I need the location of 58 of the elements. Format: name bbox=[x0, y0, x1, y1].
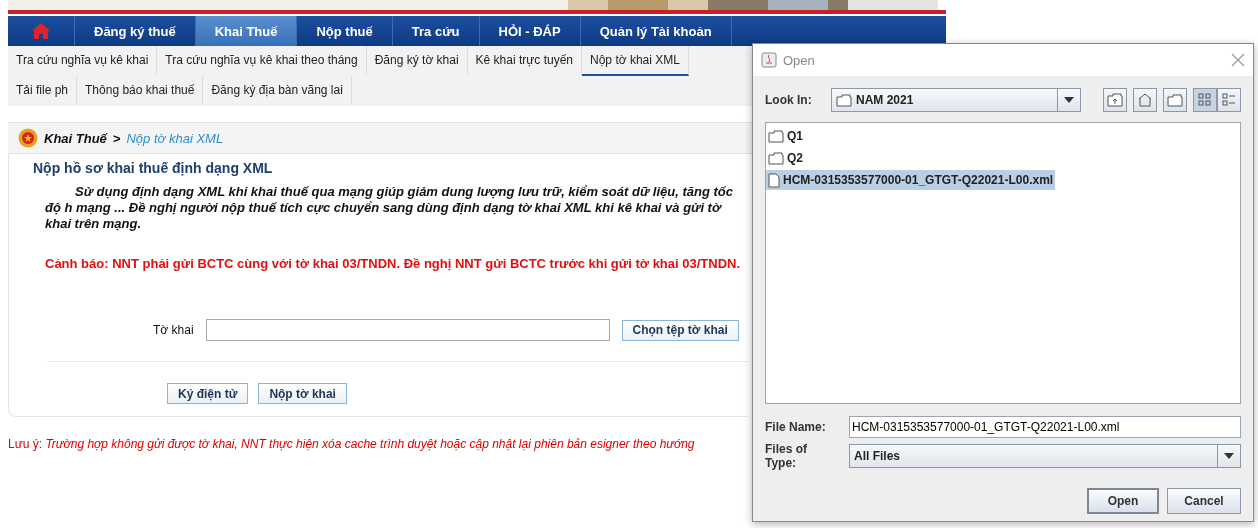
sub-tab[interactable]: Tra cứu nghĩa vụ kê khai bbox=[8, 46, 158, 76]
file-list-item[interactable]: HCM-0315353577000-01_GTGT-Q22021-L00.xml bbox=[766, 170, 1056, 190]
sub-tab[interactable]: Tải file ph bbox=[8, 76, 78, 106]
home-icon bbox=[32, 23, 50, 39]
app-icon bbox=[761, 52, 777, 68]
file-name-label: File Name: bbox=[765, 420, 827, 434]
folder-icon bbox=[768, 129, 784, 143]
warning-text: Cảnh báo: NNT phải gửi BCTC cùng với tờ khai 03/TNDN. Đề nghị NNT gửi BCTC trước khi gửi tờ khai 03/TNDN. bbox=[45, 256, 742, 271]
up-folder-button[interactable] bbox=[1103, 88, 1127, 112]
emblem-icon bbox=[18, 128, 38, 148]
file-icon bbox=[768, 172, 780, 188]
input-field[interactable] bbox=[205, 319, 610, 341]
breadcrumb-separator: > bbox=[112, 130, 121, 146]
home-button[interactable] bbox=[1133, 88, 1157, 112]
file-name: Q2 bbox=[787, 151, 803, 165]
choose-file-button[interactable]: Chọn tệp tờ khai bbox=[621, 319, 739, 341]
file-list-item[interactable]: Q1 bbox=[766, 126, 805, 146]
sub-tab[interactable]: Đăng ký địa bàn vãng lai bbox=[203, 76, 352, 106]
file-name-field[interactable]: HCM-0315353577000-01_GTGT-Q22021-L00.xml bbox=[849, 416, 1241, 438]
caret-icon bbox=[1224, 453, 1234, 459]
file-type-label: Files of Type: bbox=[765, 442, 808, 470]
sub-tab[interactable]: Nộp tờ khai XML bbox=[582, 46, 689, 76]
look-in-dropdown[interactable]: NAM 2021 bbox=[831, 88, 1081, 112]
sub-tab[interactable]: Tra cứu nghĩa vụ kê khai theo tháng bbox=[157, 46, 367, 76]
action-button[interactable]: Ký điện tử bbox=[167, 383, 249, 404]
details-view-button[interactable] bbox=[1217, 88, 1241, 112]
file-name: Q1 bbox=[787, 129, 803, 143]
house-icon bbox=[1137, 93, 1153, 107]
list-icon bbox=[1222, 93, 1236, 107]
file-name: HCM-0315353577000-01_GTGT-Q22021-L00.xml bbox=[783, 173, 1054, 187]
sub-tab[interactable]: Kê khai trực tuyến bbox=[467, 46, 583, 76]
close-icon[interactable] bbox=[1231, 53, 1245, 67]
file-list-item[interactable]: Q2 bbox=[766, 148, 805, 168]
sub-tab[interactable]: Đăng ký tờ khai bbox=[366, 46, 468, 76]
breadcrumb-parent: Khai Thuế bbox=[44, 130, 107, 146]
file-type-dropdown[interactable]: All Files bbox=[849, 444, 1241, 468]
note-text: Trường hợp không gửi được tờ khai, NNT thực hiện xóa cache trình duyệt hoặc cập nhật lại phiên bản esigner theo hướng bbox=[45, 437, 695, 451]
look-in-label: Look In: bbox=[765, 93, 813, 107]
section-title: Nộp hồ sơ khai thuế định dạng XML bbox=[33, 160, 274, 176]
field-label: Tờ khai bbox=[153, 323, 194, 337]
action-button[interactable]: Nộp tờ khai bbox=[258, 383, 347, 404]
folder-icon bbox=[768, 151, 784, 165]
list-view-button[interactable] bbox=[1193, 88, 1217, 112]
new-folder-button[interactable] bbox=[1163, 88, 1187, 112]
dialog-title: Open bbox=[783, 52, 816, 68]
file-type-value: All Files bbox=[854, 449, 900, 463]
nav-tab[interactable]: Khai Thuế bbox=[195, 16, 298, 46]
caret-icon bbox=[1064, 97, 1074, 103]
folder-icon bbox=[1167, 93, 1183, 107]
look-in-value: NAM 2021 bbox=[856, 93, 914, 107]
dialog-button[interactable]: Open bbox=[1087, 488, 1159, 514]
dialog-button[interactable]: Cancel bbox=[1167, 488, 1241, 514]
note-label: Lưu ý: bbox=[8, 437, 43, 451]
intro-paragraph: Sử dụng định dạng XML khi khai thuế qua mạng giúp giảm dung lượng lưu trữ, kiểm soát dữ liệu, tăng tốc độ h mạng ... Đề nghị người nộp thuế tích cực chuyển sang dùng định dạng tờ khai XML khi kê khai và gửi tờ khai trên mạng. bbox=[45, 184, 734, 232]
folder-icon bbox=[836, 93, 852, 107]
sub-tab[interactable]: Thông báo khai thuế bbox=[77, 76, 204, 106]
grid-icon bbox=[1198, 93, 1212, 107]
folder-up-icon bbox=[1107, 93, 1123, 107]
